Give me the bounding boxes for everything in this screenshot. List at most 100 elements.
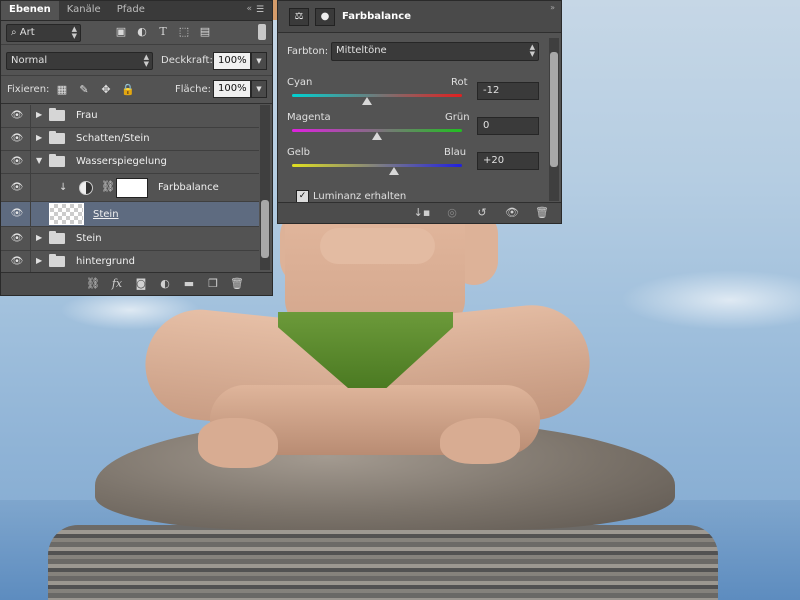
add-mask-icon[interactable]: ◙ (134, 277, 148, 291)
layer-row[interactable]: 👁 ▶ Stein (1, 228, 259, 251)
properties-panel: ⚖ ● Farbbalance » Farbton: Mitteltöne ▲ ▼… (277, 0, 562, 224)
layer-name: Wasserspiegelung (76, 156, 167, 167)
trash-icon[interactable]: 🗑 (230, 277, 244, 291)
cyan-red-slider-track[interactable] (292, 94, 462, 97)
left-foot (198, 418, 278, 468)
layers-bottom-icons: ⛓ fx ◙ ◐ ▬ ❐ 🗑 (86, 277, 244, 291)
layer-row[interactable]: 👁 ▶ Frau (1, 105, 259, 128)
opacity-label: Deckkraft: (161, 55, 213, 66)
expand-arrow-icon[interactable]: ▶ (36, 233, 42, 242)
adjustment-layer-filter-icon[interactable]: ◐ (134, 25, 150, 39)
layers-panel-tabs: Ebenen Kanäle Pfade « ☰ (1, 1, 272, 21)
eye-icon[interactable]: 👁 (9, 233, 25, 245)
lock-label: Fixieren: (7, 84, 50, 95)
expand-arrow-icon[interactable]: ▶ (36, 110, 42, 119)
rot-label: Rot (451, 77, 468, 88)
layer-name: Farbbalance (158, 182, 219, 193)
layers-scrollbar[interactable] (260, 105, 270, 270)
link-chain-icon[interactable]: ⛓ (101, 180, 115, 193)
lock-image-brush-icon[interactable]: ✎ (77, 83, 91, 97)
trash-icon[interactable]: 🗑 (533, 206, 551, 220)
blend-mode-value: Normal (11, 55, 48, 66)
smart-object-filter-icon[interactable]: ▤ (197, 25, 213, 39)
layer-row-selected[interactable]: 👁 Stein (1, 202, 259, 227)
eye-icon[interactable]: 👁 (503, 206, 521, 220)
row-divider (30, 105, 31, 127)
yellow-blue-value-field[interactable]: +20 (477, 152, 539, 170)
layer-row[interactable]: 👁 ▶ Schatten/Stein (1, 128, 259, 151)
clipping-mask-icon: ↓ (59, 182, 68, 193)
chevron-updown-icon: ▲ ▼ (71, 25, 77, 40)
eye-icon[interactable]: 👁 (9, 133, 25, 145)
magenta-green-value-field[interactable]: 0 (477, 117, 539, 135)
layer-style-fx-icon[interactable]: fx (110, 277, 124, 291)
filter-kind-dropdown[interactable]: ⌕ Art ▲ ▼ (6, 24, 81, 42)
properties-header: ⚖ ● Farbbalance » (278, 1, 561, 33)
transparent-layer-thumbnail[interactable] (49, 203, 84, 225)
properties-scrollbar[interactable] (549, 38, 559, 201)
eye-icon[interactable]: 👁 (9, 110, 25, 122)
expand-arrow-icon[interactable]: ▶ (36, 133, 42, 142)
lock-position-move-icon[interactable]: ✥ (99, 83, 113, 97)
new-group-folder-icon[interactable]: ▬ (182, 277, 196, 291)
pixel-layer-filter-icon[interactable]: ▣ (113, 25, 129, 39)
tab-pfade[interactable]: Pfade (109, 1, 153, 20)
slider-thumb[interactable] (372, 132, 382, 140)
folder-icon (49, 231, 65, 244)
link-layers-icon[interactable]: ⛓ (86, 277, 100, 291)
tone-dropdown[interactable]: Mitteltöne ▲ ▼ (331, 42, 539, 61)
lock-all-icon[interactable]: 🔒 (121, 83, 135, 97)
preserve-luminosity-label: Luminanz erhalten (313, 191, 407, 202)
clip-to-layer-icon[interactable]: ↓▪ (413, 206, 431, 220)
layer-row[interactable]: 👁 ▶ hintergrund (1, 251, 259, 274)
row-divider (30, 251, 31, 273)
cyan-red-value-field[interactable]: -12 (477, 82, 539, 100)
slider-thumb[interactable] (361, 97, 372, 105)
gelb-label: Gelb (287, 147, 311, 158)
filter-kind-label: Art (19, 27, 35, 38)
layer-name: hintergrund (76, 256, 135, 267)
properties-title: Farbbalance (342, 11, 411, 22)
reset-icon[interactable]: ↺ (473, 206, 491, 220)
filter-toggle-switch[interactable] (258, 24, 266, 40)
yellow-blue-slider-track[interactable] (292, 164, 462, 167)
tab-ebenen[interactable]: Ebenen (1, 1, 59, 20)
tab-kanaele[interactable]: Kanäle (59, 1, 109, 20)
scrollbar-thumb[interactable] (550, 52, 558, 167)
layer-row[interactable]: 👁 ▼ Wasserspiegelung (1, 151, 259, 174)
collapse-arrow-icon[interactable]: ▼ (36, 156, 42, 165)
panel-menu-icon[interactable]: ☰ (254, 5, 266, 15)
search-icon: ⌕ (11, 27, 20, 38)
open-folder-icon (49, 154, 65, 167)
opacity-field[interactable]: 100% (213, 52, 251, 70)
row-divider (30, 228, 31, 250)
mask-icon[interactable]: ● (315, 8, 335, 26)
view-previous-state-icon[interactable]: ◎ (443, 206, 461, 220)
magenta-label: Magenta (287, 112, 331, 123)
color-balance-adjustment-icon[interactable] (79, 181, 93, 195)
type-layer-filter-icon[interactable]: T (155, 25, 171, 39)
blend-mode-dropdown[interactable]: Normal ▲ ▼ (6, 52, 153, 70)
tone-label: Farbton: (287, 46, 329, 57)
new-adjustment-layer-icon[interactable]: ◐ (158, 277, 172, 291)
shape-layer-filter-icon[interactable]: ⬚ (176, 25, 192, 39)
layer-mask-thumbnail[interactable] (116, 178, 148, 198)
eye-icon[interactable]: 👁 (9, 256, 25, 268)
eye-icon[interactable]: 👁 (9, 156, 25, 168)
scrollbar-thumb[interactable] (261, 200, 269, 258)
fill-flyout-button[interactable]: ▼ (251, 80, 267, 98)
layer-row[interactable]: 👁 ↓ ⛓ Farbbalance (1, 174, 259, 202)
lock-transparency-icon[interactable]: ▦ (55, 83, 69, 97)
eye-icon[interactable]: 👁 (9, 208, 25, 220)
eye-icon[interactable]: 👁 (9, 182, 25, 194)
properties-bottom-bar: ↓▪ ◎ ↺ 👁 🗑 (278, 202, 561, 223)
slider-thumb[interactable] (389, 167, 399, 175)
row-divider (30, 202, 31, 226)
collapse-icon[interactable]: « (246, 4, 252, 14)
fill-field[interactable]: 100% (213, 80, 251, 98)
opacity-flyout-button[interactable]: ▼ (251, 52, 267, 70)
balance-scale-icon[interactable]: ⚖ (289, 8, 309, 26)
collapse-icon[interactable]: » (550, 3, 555, 12)
new-layer-icon[interactable]: ❐ (206, 277, 220, 291)
expand-arrow-icon[interactable]: ▶ (36, 256, 42, 265)
